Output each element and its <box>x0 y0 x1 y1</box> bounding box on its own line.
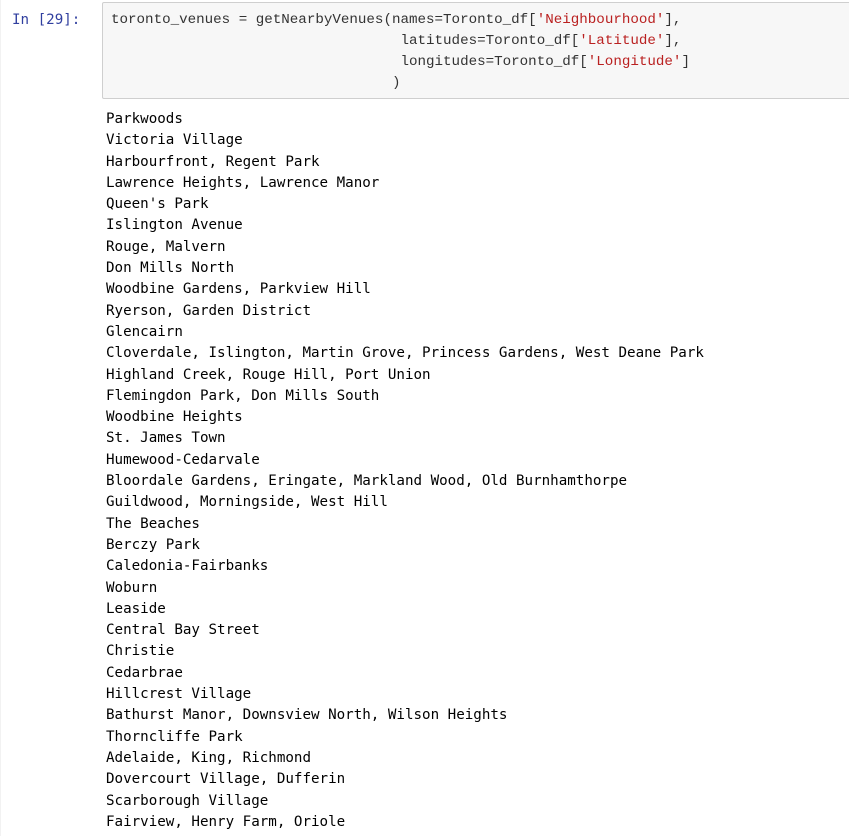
cell-left-border <box>0 0 1 836</box>
output-line: Caledonia-Fairbanks <box>106 558 269 575</box>
output-line: Cloverdale, Islington, Martin Grove, Pri… <box>106 345 704 362</box>
code-string-neighbourhood: 'Neighbourhood' <box>536 12 665 28</box>
code-cell[interactable]: In [29]: toronto_venues = getNearbyVenue… <box>0 0 849 836</box>
code-string-longitude: 'Longitude' <box>587 54 682 70</box>
code-string-latitude: 'Latitude' <box>579 33 665 49</box>
output-line: Woodbine Heights <box>106 409 243 426</box>
output-line: Berczy Park <box>106 536 200 553</box>
output-line: Woburn <box>106 579 158 596</box>
code-line-2-text: latitudes=Toronto_df[ <box>111 33 580 49</box>
output-line: Don Mills North <box>106 260 235 277</box>
code-text[interactable]: toronto_venues = getNearbyVenues(names=T… <box>111 10 690 94</box>
output-line: Flemingdon Park, Don Mills South <box>106 387 380 404</box>
output-line: Woodbine Gardens, Parkview Hill <box>106 281 371 298</box>
code-line-4-text: ) <box>111 75 401 91</box>
output-line: Islington Avenue <box>106 217 243 234</box>
output-line: Ryerson, Garden District <box>106 302 311 319</box>
output-line: Humewood-Cedarvale <box>106 451 260 468</box>
output-line: Central Bay Street <box>106 622 260 639</box>
output-line: Lawrence Heights, Lawrence Manor <box>106 174 380 191</box>
output-line: Parkwoods <box>106 111 183 127</box>
output-line: Bathurst Manor, Downsview North, Wilson … <box>106 707 508 724</box>
output-line: Rouge, Malvern <box>106 238 226 255</box>
output-line: Christie <box>106 643 175 660</box>
output-line: Harbourfront, Regent Park <box>106 153 320 170</box>
output-line: Scarborough Village <box>106 792 269 809</box>
output-line: Cedarbrae <box>106 664 183 681</box>
output-line: Glencairn <box>106 323 183 340</box>
output-line: Victoria Village <box>106 132 243 149</box>
code-line-1-end: ], <box>664 12 682 28</box>
output-line: Highland Creek, Rouge Hill, Port Union <box>106 366 431 383</box>
code-line-3-text: longitudes=Toronto_df[ <box>111 54 588 70</box>
code-line-3-end: ] <box>681 54 690 70</box>
code-line-2-end: ], <box>664 33 682 49</box>
input-prompt: In [29]: <box>12 12 81 28</box>
code-editor[interactable]: toronto_venues = getNearbyVenues(names=T… <box>102 2 849 99</box>
output-line: Adelaide, King, Richmond <box>106 749 311 766</box>
output-line: Thorncliffe Park <box>106 728 243 745</box>
output-line: Dovercourt Village, Dufferin <box>106 771 346 788</box>
cell-output: Parkwoods Victoria Village Harbourfront, R… <box>106 109 849 836</box>
output-line: Fairview, Henry Farm, Oriole <box>106 813 346 830</box>
output-line: St. James Town <box>106 430 226 447</box>
output-line: Hillcrest Village <box>106 686 252 703</box>
output-line: Leaside <box>106 600 166 617</box>
output-line: The Beaches <box>106 515 200 532</box>
output-line: Guildwood, Morningside, West Hill <box>106 494 388 511</box>
output-line: Queen's Park <box>106 196 209 213</box>
output-line: Bloordale Gardens, Eringate, Markland Wo… <box>106 473 628 490</box>
code-line-1-text: toronto_venues = getNearbyVenues(names=T… <box>111 12 537 28</box>
